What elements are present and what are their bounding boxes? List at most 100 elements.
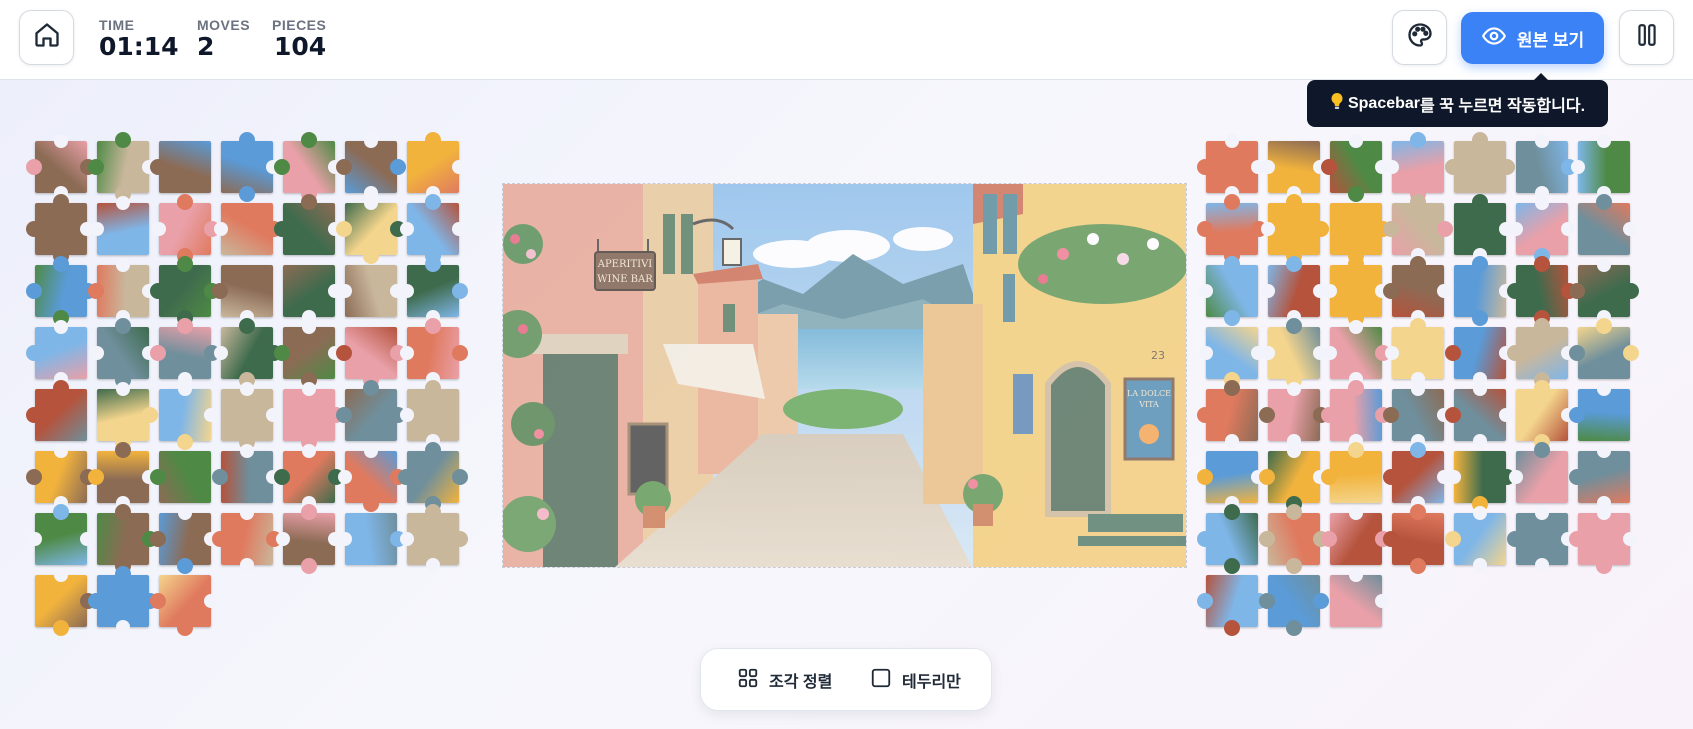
puzzle-piece[interactable] — [400, 380, 459, 448]
puzzle-piece[interactable] — [1323, 320, 1391, 386]
puzzle-piece[interactable] — [212, 265, 273, 324]
puzzle-piece[interactable] — [1261, 256, 1327, 324]
puzzle-piece[interactable] — [1197, 504, 1258, 574]
puzzle-piece[interactable] — [150, 451, 211, 503]
puzzle-piece[interactable] — [97, 504, 158, 574]
puzzle-piece[interactable] — [1507, 506, 1575, 572]
puzzle-piece[interactable] — [274, 320, 342, 388]
palette-button[interactable] — [1392, 10, 1447, 65]
puzzle-piece[interactable] — [338, 513, 406, 565]
puzzle-piece[interactable] — [150, 575, 218, 636]
puzzle-piece[interactable] — [214, 318, 282, 388]
puzzle-piece[interactable] — [26, 380, 87, 441]
puzzle-piece[interactable] — [1197, 451, 1265, 510]
puzzle-piece[interactable] — [1516, 134, 1577, 200]
puzzle-piece[interactable] — [1383, 504, 1444, 574]
puzzle-piece[interactable] — [336, 196, 406, 264]
puzzle-piece[interactable] — [1259, 504, 1329, 574]
puzzle-piece[interactable] — [274, 194, 342, 255]
puzzle-piece[interactable] — [1261, 141, 1327, 200]
puzzle-piece[interactable] — [1199, 256, 1258, 326]
puzzle-piece[interactable] — [1445, 382, 1513, 448]
puzzle-piece[interactable] — [1447, 451, 1515, 512]
puzzle-piece[interactable] — [1321, 442, 1382, 503]
puzzle-piece[interactable] — [35, 568, 96, 636]
puzzle-piece[interactable] — [1383, 382, 1451, 448]
puzzle-piece[interactable] — [1507, 256, 1577, 326]
puzzle-piece[interactable] — [90, 196, 149, 255]
puzzle-piece[interactable] — [150, 141, 211, 193]
puzzle-piece[interactable] — [1569, 258, 1639, 324]
puzzle-piece[interactable] — [1454, 194, 1513, 262]
puzzle-piece[interactable] — [336, 134, 406, 200]
puzzle-piece[interactable] — [221, 132, 280, 202]
puzzle-piece[interactable] — [1330, 568, 1389, 627]
puzzle-piece[interactable] — [276, 504, 342, 574]
puzzle-piece[interactable] — [150, 318, 220, 386]
puzzle-piece[interactable] — [1578, 194, 1637, 255]
puzzle-piece[interactable] — [1445, 506, 1506, 572]
puzzle-piece[interactable] — [1259, 444, 1327, 512]
puzzle-piece[interactable] — [1323, 256, 1389, 326]
puzzle-piece[interactable] — [1569, 382, 1630, 441]
puzzle-piece[interactable] — [26, 256, 96, 326]
puzzle-piece[interactable] — [1571, 134, 1630, 200]
puzzle-piece[interactable] — [1445, 327, 1513, 386]
puzzle-piece[interactable] — [1197, 575, 1267, 636]
puzzle-piece[interactable] — [1383, 194, 1453, 262]
puzzle-piece[interactable] — [26, 134, 96, 200]
puzzle-piece[interactable] — [212, 506, 282, 572]
puzzle-piece[interactable] — [1383, 256, 1451, 324]
puzzle-piece[interactable] — [1197, 380, 1258, 448]
puzzle-piece[interactable] — [400, 504, 468, 572]
puzzle-piece[interactable] — [1507, 318, 1575, 388]
puzzle-piece[interactable] — [1321, 380, 1391, 448]
puzzle-piece[interactable] — [97, 382, 158, 450]
puzzle-piece[interactable] — [90, 318, 156, 388]
puzzle-piece[interactable] — [1385, 318, 1444, 386]
puzzle-piece[interactable] — [274, 132, 342, 202]
puzzle-piece[interactable] — [1259, 575, 1329, 636]
puzzle-piece[interactable] — [1445, 132, 1515, 193]
puzzle-piece[interactable] — [336, 380, 406, 441]
puzzle-piece[interactable] — [212, 444, 280, 503]
puzzle-piece[interactable] — [1259, 382, 1329, 448]
puzzle-piece[interactable] — [283, 265, 342, 324]
puzzle-piece[interactable] — [88, 566, 158, 634]
puzzle-piece[interactable] — [1509, 442, 1568, 503]
puzzle-piece[interactable] — [400, 256, 468, 324]
puzzle-piece[interactable] — [400, 194, 466, 264]
puzzle-board[interactable]: APERITIVI WINE BAR 23 LA DOLCE VITA — [502, 183, 1187, 568]
puzzle-piece[interactable] — [1261, 318, 1327, 388]
puzzle-piece[interactable] — [1197, 194, 1267, 264]
puzzle-piece[interactable] — [88, 258, 156, 324]
home-button[interactable] — [19, 10, 74, 65]
puzzle-piece[interactable] — [88, 442, 156, 510]
puzzle-piece[interactable] — [214, 203, 282, 255]
puzzle-piece[interactable] — [407, 132, 466, 200]
puzzle-piece[interactable] — [26, 320, 87, 386]
puzzle-piece[interactable] — [274, 444, 344, 510]
puzzle-piece[interactable] — [1321, 506, 1391, 565]
puzzle-piece[interactable] — [1385, 132, 1444, 202]
preview-original-button[interactable]: 원본 보기 — [1461, 12, 1604, 64]
edges-only-toggle[interactable]: 테두리만 — [870, 668, 961, 692]
puzzle-piece[interactable] — [159, 382, 218, 450]
puzzle-piece[interactable] — [1569, 318, 1639, 379]
puzzle-piece[interactable] — [398, 442, 468, 512]
puzzle-piece[interactable] — [26, 194, 94, 264]
puzzle-piece[interactable] — [88, 132, 156, 202]
puzzle-piece[interactable] — [336, 327, 406, 388]
puzzle-piece[interactable] — [1509, 196, 1575, 264]
puzzle-piece[interactable] — [1321, 134, 1389, 202]
puzzle-piece[interactable] — [1261, 194, 1329, 264]
puzzle-piece[interactable] — [28, 504, 94, 565]
puzzle-piece[interactable] — [150, 256, 220, 326]
puzzle-piece[interactable] — [1569, 506, 1637, 574]
puzzle-piece[interactable] — [1569, 444, 1630, 510]
sort-pieces-button[interactable]: 조각 정렬 — [737, 668, 832, 692]
puzzle-piece[interactable] — [26, 444, 96, 510]
puzzle-piece[interactable] — [1199, 327, 1265, 388]
puzzle-piece[interactable] — [152, 194, 220, 264]
puzzle-piece[interactable] — [400, 318, 468, 386]
